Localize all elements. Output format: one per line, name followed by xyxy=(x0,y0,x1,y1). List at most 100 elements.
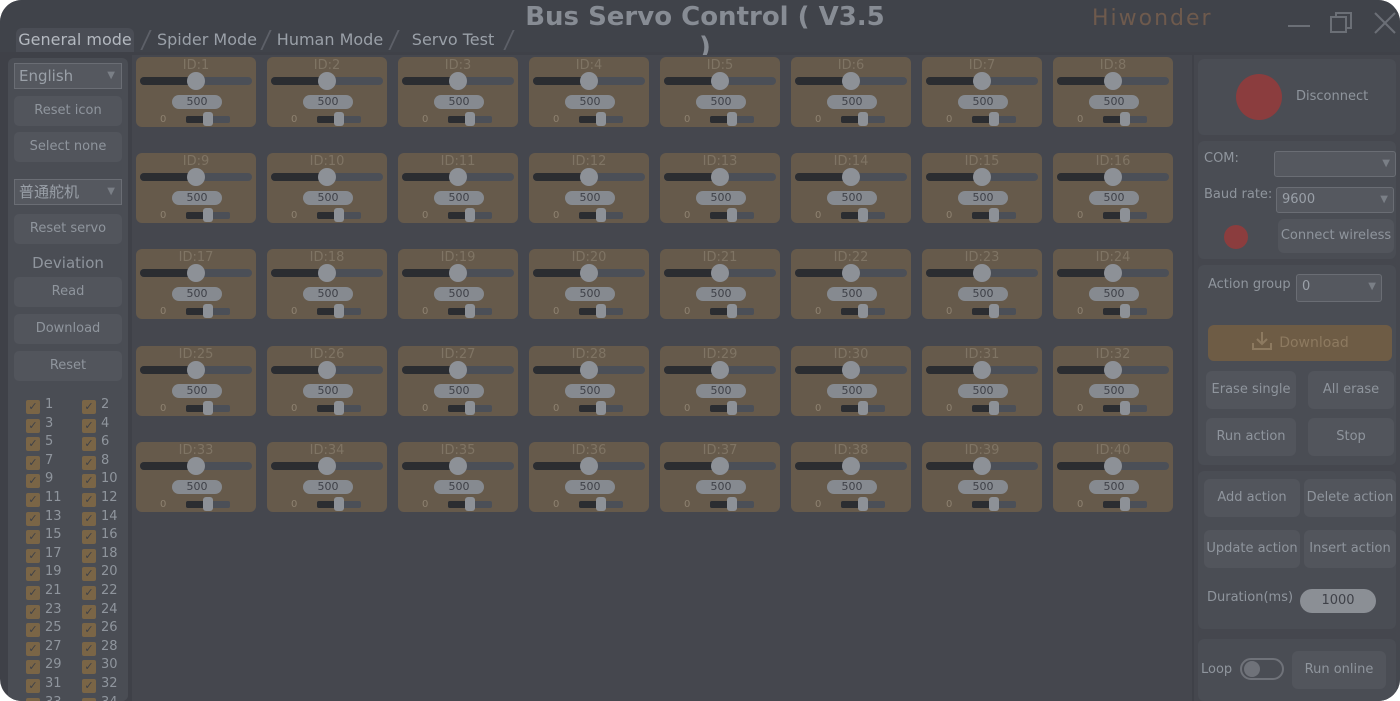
slider-thumb[interactable] xyxy=(711,360,729,379)
servo-checkbox[interactable]: ✓ 1 xyxy=(26,397,53,414)
deviation-slider-thumb[interactable] xyxy=(989,304,999,319)
servo-checkbox[interactable]: ✓ 34 xyxy=(82,695,118,701)
slider-thumb[interactable] xyxy=(1104,456,1122,475)
servo-checkbox[interactable]: ✓ 23 xyxy=(26,602,62,619)
slider-thumb[interactable] xyxy=(449,168,467,187)
language-select[interactable]: English ▼ xyxy=(14,63,122,89)
servo-value-input[interactable]: 500 xyxy=(434,95,484,109)
deviation-slider-thumb[interactable] xyxy=(1120,112,1130,126)
servo-value-input[interactable]: 500 xyxy=(434,479,484,494)
servo-value-input[interactable]: 500 xyxy=(565,479,615,494)
slider-thumb[interactable] xyxy=(973,168,991,187)
slider-thumb[interactable] xyxy=(842,168,860,187)
deviation-slider-thumb[interactable] xyxy=(989,208,999,223)
servo-checkbox[interactable]: ✓ 13 xyxy=(26,509,62,526)
servo-value-input[interactable]: 500 xyxy=(696,95,746,109)
read-deviation-button[interactable]: Read xyxy=(14,277,122,307)
servo-checkbox[interactable]: ✓ 32 xyxy=(82,676,118,693)
tab-servo-test[interactable]: Servo Test xyxy=(400,28,506,52)
servo-checkbox[interactable]: ✓ 22 xyxy=(82,583,118,600)
servo-value-input[interactable]: 500 xyxy=(172,383,222,398)
servo-value-input[interactable]: 500 xyxy=(958,383,1008,398)
maximize-icon[interactable] xyxy=(1328,10,1354,36)
servo-checkbox[interactable]: ✓ 3 xyxy=(26,416,53,433)
stop-button[interactable]: Stop xyxy=(1308,418,1394,456)
servo-checkbox[interactable]: ✓ 28 xyxy=(82,639,118,656)
servo-value-input[interactable]: 500 xyxy=(958,479,1008,494)
servo-value-input[interactable]: 500 xyxy=(1089,479,1139,494)
slider-thumb[interactable] xyxy=(449,264,467,283)
servo-value-input[interactable]: 500 xyxy=(958,191,1008,206)
slider-thumb[interactable] xyxy=(973,72,991,90)
download-deviation-button[interactable]: Download xyxy=(14,314,122,344)
slider-thumb[interactable] xyxy=(1104,360,1122,379)
slider-thumb[interactable] xyxy=(580,264,598,283)
servo-value-input[interactable]: 500 xyxy=(1089,191,1139,206)
baud-rate-select[interactable]: 9600 ▼ xyxy=(1276,187,1394,213)
servo-checkbox[interactable]: ✓ 30 xyxy=(82,657,118,675)
servo-value-input[interactable]: 500 xyxy=(434,287,484,302)
delete-action-button[interactable]: Delete action xyxy=(1304,479,1396,517)
tab-general-mode[interactable]: General mode xyxy=(16,28,134,52)
servo-checkbox[interactable]: ✓ 10 xyxy=(82,471,118,489)
servo-checkbox[interactable]: ✓ 15 xyxy=(26,527,62,545)
servo-checkbox[interactable]: ✓ 20 xyxy=(82,564,118,582)
deviation-slider-thumb[interactable] xyxy=(1120,400,1130,415)
deviation-slider-thumb[interactable] xyxy=(858,112,868,126)
slider-thumb[interactable] xyxy=(711,168,729,187)
slider-thumb[interactable] xyxy=(449,456,467,475)
loop-toggle[interactable] xyxy=(1240,658,1284,680)
slider-thumb[interactable] xyxy=(318,72,336,90)
action-group-select[interactable]: 0 ▼ xyxy=(1296,274,1382,302)
slider-thumb[interactable] xyxy=(187,72,205,90)
servo-value-input[interactable]: 500 xyxy=(1089,95,1139,109)
deviation-slider-thumb[interactable] xyxy=(1120,496,1130,511)
deviation-slider-thumb[interactable] xyxy=(465,112,475,126)
servo-checkbox[interactable]: ✓ 5 xyxy=(26,434,53,452)
servo-checkbox[interactable]: ✓ 11 xyxy=(26,490,62,507)
servo-value-input[interactable]: 500 xyxy=(696,479,746,494)
servo-value-input[interactable]: 500 xyxy=(303,191,353,206)
deviation-slider-thumb[interactable] xyxy=(465,304,475,319)
slider-thumb[interactable] xyxy=(711,264,729,283)
deviation-slider-thumb[interactable] xyxy=(596,304,606,319)
servo-type-select[interactable]: 普通舵机 ▼ xyxy=(14,179,122,205)
deviation-slider-thumb[interactable] xyxy=(203,304,213,319)
tab-human-mode[interactable]: Human Mode xyxy=(272,28,388,52)
slider-thumb[interactable] xyxy=(973,360,991,379)
servo-value-input[interactable]: 500 xyxy=(958,95,1008,109)
deviation-slider-thumb[interactable] xyxy=(858,496,868,511)
servo-value-input[interactable]: 500 xyxy=(827,287,877,302)
servo-checkbox[interactable]: ✓ 4 xyxy=(82,416,109,433)
servo-value-input[interactable]: 500 xyxy=(827,95,877,109)
deviation-slider-thumb[interactable] xyxy=(203,496,213,511)
slider-thumb[interactable] xyxy=(842,360,860,379)
disconnect-button[interactable]: Disconnect xyxy=(1296,89,1368,104)
deviation-slider-thumb[interactable] xyxy=(334,496,344,511)
run-online-button[interactable]: Run online xyxy=(1292,651,1386,689)
slider-thumb[interactable] xyxy=(187,264,205,283)
slider-thumb[interactable] xyxy=(187,360,205,379)
deviation-slider-thumb[interactable] xyxy=(596,400,606,415)
servo-checkbox[interactable]: ✓ 29 xyxy=(26,657,62,675)
close-icon[interactable] xyxy=(1372,10,1398,36)
deviation-slider-thumb[interactable] xyxy=(203,112,213,126)
insert-action-button[interactable]: Insert action xyxy=(1304,530,1396,568)
servo-value-input[interactable]: 500 xyxy=(696,191,746,206)
slider-thumb[interactable] xyxy=(580,72,598,90)
servo-value-input[interactable]: 500 xyxy=(172,191,222,206)
com-port-select[interactable]: ▼ xyxy=(1274,151,1396,177)
servo-checkbox[interactable]: ✓ 8 xyxy=(82,453,109,470)
servo-value-input[interactable]: 500 xyxy=(565,287,615,302)
servo-checkbox[interactable]: ✓ 25 xyxy=(26,620,62,638)
servo-checkbox[interactable]: ✓ 21 xyxy=(26,583,62,600)
deviation-slider-thumb[interactable] xyxy=(203,400,213,415)
erase-single-button[interactable]: Erase single xyxy=(1206,371,1296,409)
select-none-button[interactable]: Select none xyxy=(14,132,122,162)
servo-value-input[interactable]: 500 xyxy=(1089,287,1139,302)
deviation-slider-thumb[interactable] xyxy=(727,400,737,415)
update-action-button[interactable]: Update action xyxy=(1204,530,1300,568)
servo-value-input[interactable]: 500 xyxy=(565,95,615,109)
deviation-slider-thumb[interactable] xyxy=(596,496,606,511)
servo-value-input[interactable]: 500 xyxy=(434,383,484,398)
